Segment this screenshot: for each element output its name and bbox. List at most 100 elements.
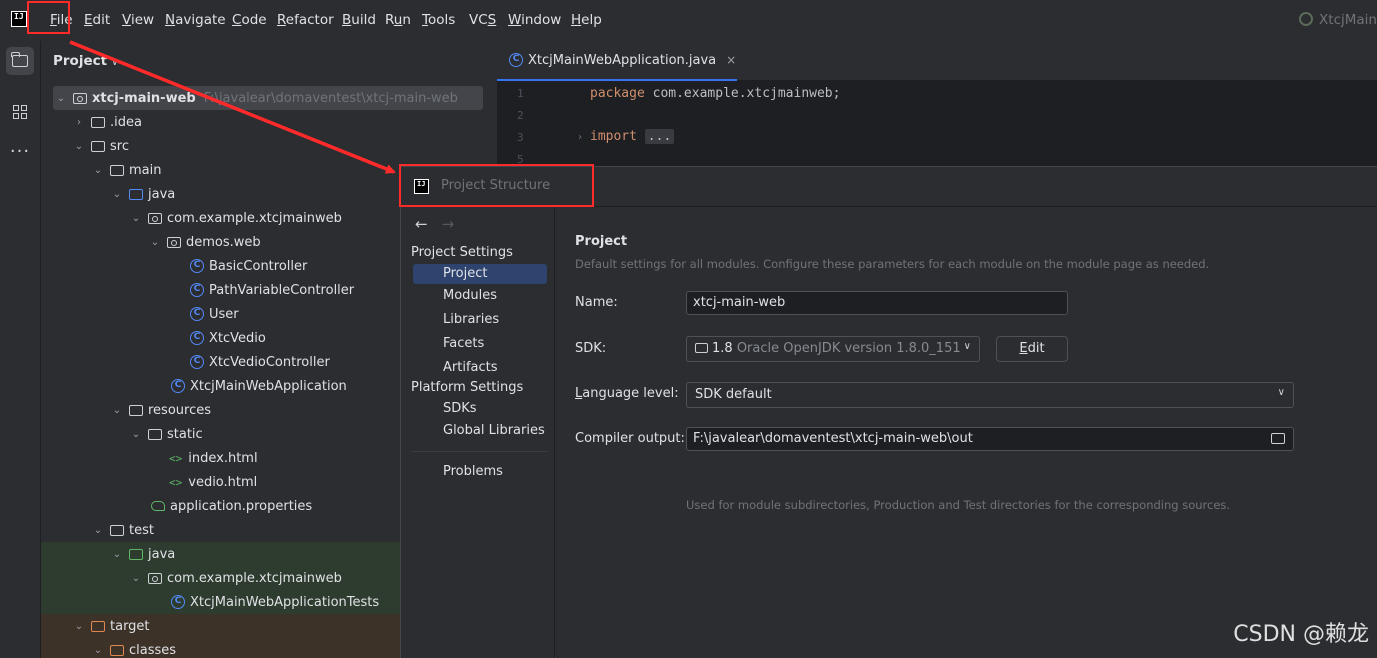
- menu-tools[interactable]: Tools: [422, 12, 455, 28]
- tree-label: com.example.xtcjmainweb: [167, 570, 342, 586]
- tree-label: XtcjMainWebApplication: [190, 378, 347, 394]
- back-arrow-icon[interactable]: ←: [415, 215, 428, 233]
- tree-label: index.html: [188, 450, 258, 466]
- class-icon: C: [509, 53, 523, 67]
- menu-mnemonic: B: [342, 12, 352, 28]
- menu-mnemonic: V: [122, 12, 131, 28]
- folder-icon: [110, 524, 124, 536]
- source-folder-icon: [129, 188, 143, 200]
- structure-tool-button[interactable]: [6, 98, 34, 126]
- menu-vcs[interactable]: VCS: [469, 12, 496, 28]
- test-folder-icon: [129, 548, 143, 560]
- expanded-arrow-icon[interactable]: ⌄: [130, 213, 142, 224]
- expanded-arrow-icon[interactable]: ⌄: [73, 141, 85, 152]
- nav-item-problems[interactable]: Problems: [413, 462, 547, 482]
- folder-icon: [110, 164, 124, 176]
- line-number: 2: [517, 109, 524, 122]
- nav-item-global-libraries[interactable]: Global Libraries: [413, 421, 547, 441]
- project-name-input[interactable]: xtcj-main-web: [686, 291, 1068, 315]
- expanded-arrow-icon[interactable]: ⌄: [111, 189, 123, 200]
- browse-folder-icon[interactable]: [1271, 433, 1285, 444]
- panel-title: Project: [53, 53, 108, 69]
- close-icon[interactable]: ×: [726, 53, 736, 67]
- html-icon: <>: [169, 451, 183, 465]
- menu-mnemonic: S: [487, 12, 497, 28]
- menu-code[interactable]: Code: [232, 12, 267, 28]
- tree-node-idea[interactable]: › .idea: [41, 110, 497, 134]
- line-number: 3: [517, 131, 524, 144]
- expanded-arrow-icon[interactable]: ⌄: [92, 645, 104, 656]
- more-tools-button[interactable]: ···: [6, 137, 34, 165]
- keyword: package: [590, 86, 645, 101]
- compiler-output-label: Compiler output:: [575, 431, 685, 446]
- forward-arrow-icon[interactable]: →: [442, 215, 455, 233]
- collapsed-arrow-icon[interactable]: ›: [73, 117, 85, 128]
- nav-item-project[interactable]: Project: [413, 264, 547, 284]
- folded-imports[interactable]: ...: [644, 129, 675, 144]
- tree-label: test: [129, 522, 154, 538]
- more-icon: ···: [9, 140, 31, 162]
- nav-item-modules[interactable]: Modules: [413, 286, 547, 306]
- tree-root[interactable]: ⌄ xtcj-main-web F:\javalear\domaventest\…: [53, 86, 483, 110]
- intellij-logo-icon: IJ: [11, 11, 27, 27]
- expanded-arrow-icon[interactable]: ⌄: [149, 237, 161, 248]
- expanded-arrow-icon[interactable]: ⌄: [111, 549, 123, 560]
- language-level-value: SDK default: [695, 387, 772, 402]
- menu-mnemonic: N: [165, 12, 176, 28]
- fold-arrow-icon[interactable]: ›: [577, 132, 583, 143]
- tree-label: classes: [129, 642, 177, 658]
- menu-view[interactable]: View: [122, 12, 154, 28]
- chevron-down-icon: ∨: [963, 341, 971, 352]
- nav-item-libraries[interactable]: Libraries: [413, 310, 547, 330]
- code-editor[interactable]: 1 2 3 5 package com.example.xtcjmainweb;…: [497, 81, 1377, 171]
- nav-item-artifacts[interactable]: Artifacts: [413, 358, 547, 378]
- expanded-arrow-icon[interactable]: ⌄: [92, 525, 104, 536]
- resources-folder-icon: [129, 404, 143, 416]
- tree-label: .idea: [110, 114, 142, 130]
- properties-icon: [151, 501, 165, 511]
- expanded-arrow-icon[interactable]: ⌄: [130, 429, 142, 440]
- nav-item-facets[interactable]: Facets: [413, 334, 547, 354]
- menu-build[interactable]: Build: [342, 12, 376, 28]
- package-name: com.example.xtcjmainweb;: [644, 86, 841, 101]
- editor-tab-main-application[interactable]: C XtcjMainWebApplication.java ×: [497, 41, 737, 81]
- expanded-arrow-icon[interactable]: ⌄: [55, 93, 67, 104]
- menu-edit[interactable]: Edit: [84, 12, 110, 28]
- menu-navigate[interactable]: Navigate: [165, 12, 226, 28]
- menu-window[interactable]: Window: [508, 12, 561, 28]
- sdk-select[interactable]: 1.8 Oracle OpenJDK version 1.8.0_151 ∨: [686, 336, 980, 362]
- expanded-arrow-icon[interactable]: ⌄: [130, 573, 142, 584]
- project-panel-header[interactable]: Project ∨: [53, 53, 118, 69]
- excluded-folder-icon: [91, 620, 105, 632]
- html-icon: <>: [169, 475, 183, 489]
- tree-label: com.example.xtcjmainweb: [167, 210, 342, 226]
- compiler-output-input[interactable]: F:\javalear\domaventest\xtcj-main-web\ou…: [686, 427, 1294, 451]
- expanded-arrow-icon[interactable]: ⌄: [92, 165, 104, 176]
- package-icon: [148, 212, 162, 224]
- language-level-select[interactable]: SDK default ∨: [686, 382, 1294, 408]
- tree-label: demos.web: [186, 234, 261, 250]
- project-settings-content: Project Default settings for all modules…: [556, 207, 1377, 658]
- menu-run[interactable]: Run: [385, 12, 411, 28]
- nav-item-sdks[interactable]: SDKs: [413, 399, 547, 419]
- editor-tab-bar: C XtcjMainWebApplication.java ×: [497, 41, 1377, 81]
- menu-bar: IJ File Edit View Navigate Code Refactor…: [0, 0, 1377, 41]
- menu-label: avigate: [175, 12, 226, 28]
- tree-node-src[interactable]: ⌄ src: [41, 134, 497, 158]
- project-tool-button[interactable]: [6, 47, 34, 75]
- window-title: XtcjMain: [1299, 12, 1377, 28]
- menu-help[interactable]: Help: [571, 12, 602, 28]
- line-number: 1: [517, 87, 524, 100]
- sdk-edit-button[interactable]: Edit: [996, 336, 1068, 362]
- chevron-down-icon: ∨: [111, 57, 119, 68]
- expanded-arrow-icon[interactable]: ⌄: [111, 405, 123, 416]
- class-icon: C: [171, 595, 185, 609]
- language-level-label: Language level:: [575, 386, 679, 401]
- tree-path-hint: F:\javalear\domaventest\xtcj-main-web: [203, 90, 458, 106]
- keyword: import: [590, 129, 637, 144]
- dialog-nav-panel: ← → Project Settings Project Modules Libr…: [401, 207, 555, 658]
- expanded-arrow-icon[interactable]: ⌄: [73, 621, 85, 632]
- button-label: dit: [1027, 341, 1045, 356]
- menu-label: efactor: [285, 12, 334, 28]
- menu-refactor[interactable]: Refactor: [277, 12, 334, 28]
